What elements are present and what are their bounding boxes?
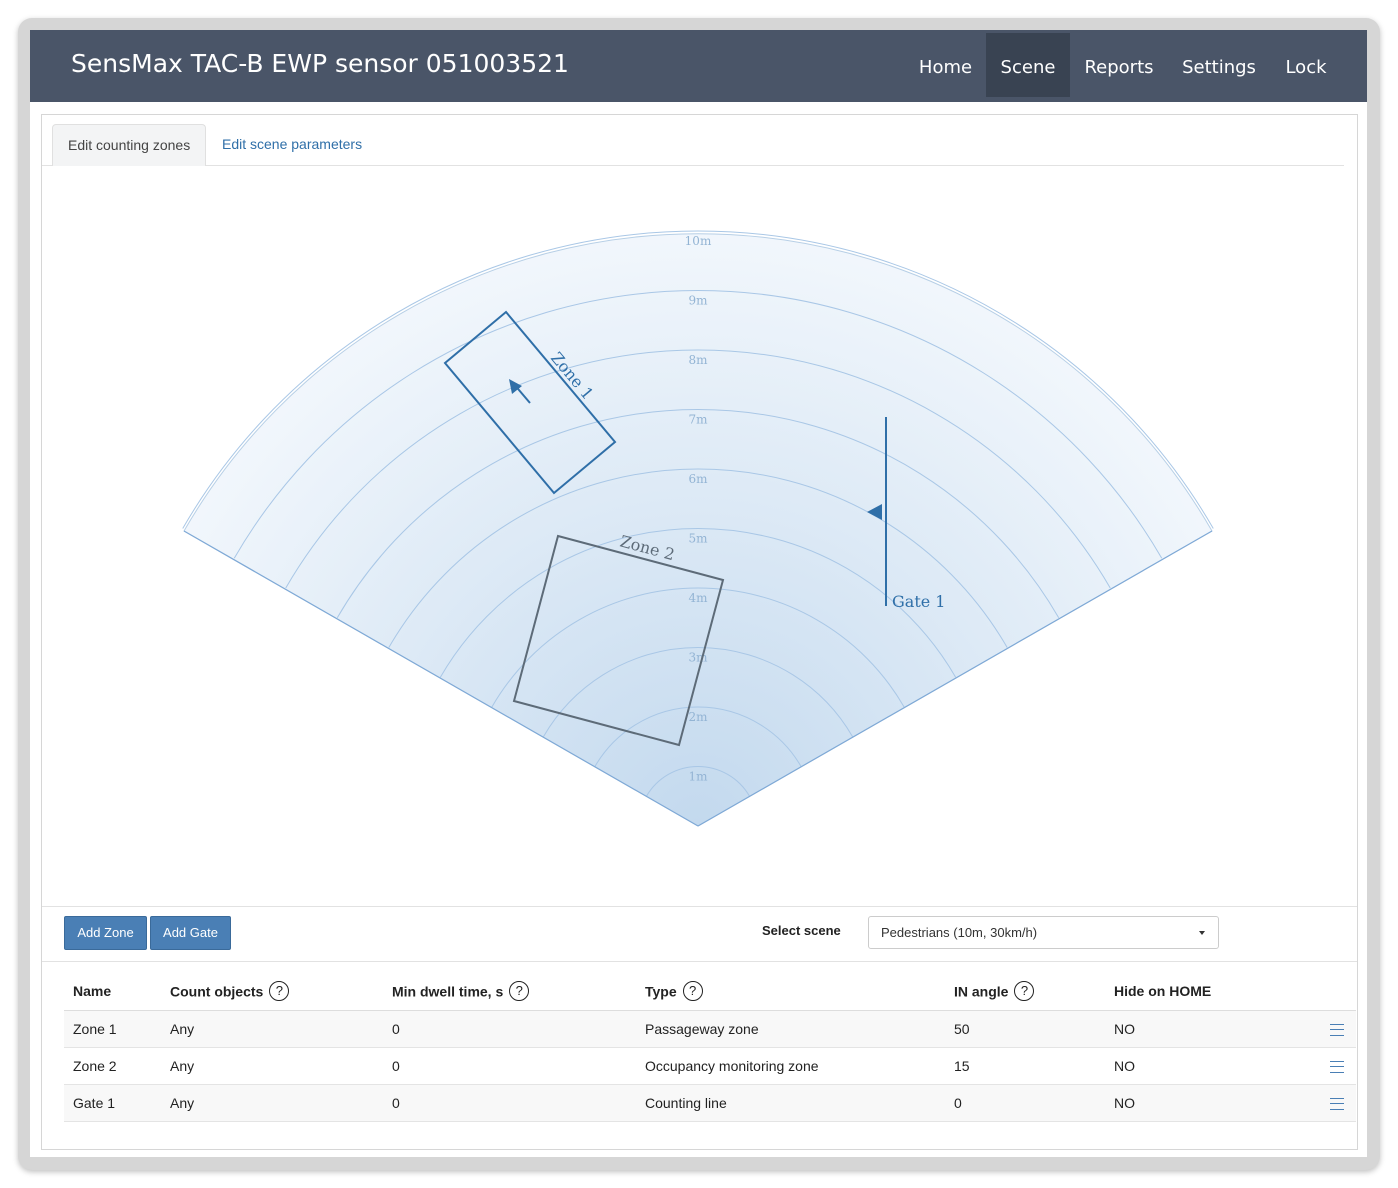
cell-hide-on-home: NO	[1114, 1021, 1135, 1037]
range-label: 4m	[688, 591, 708, 605]
help-icon[interactable]: ?	[682, 981, 703, 1001]
column-count-objects-header: Count objects?	[170, 981, 290, 1003]
header-label: Name	[73, 983, 112, 999]
help-icon[interactable]: ?	[1014, 981, 1035, 1001]
cell-in-angle: 0	[954, 1095, 962, 1111]
sensor-coverage-sector	[183, 233, 1213, 827]
cell-count-objects: Any	[170, 1095, 195, 1111]
zones-table: Name Count objects? Min dwell time, s? T…	[64, 973, 1356, 1122]
row-menu-icon[interactable]	[1330, 1061, 1344, 1073]
scene-canvas[interactable]: 1m2m3m4m5m6m7m8m9m10m Zone 1 Zone 2 Gate…	[42, 166, 1357, 906]
table-header: Name Count objects? Min dwell time, s? T…	[64, 973, 1356, 1011]
add-gate-button[interactable]: Add Gate	[150, 916, 231, 950]
nav-scene[interactable]: Scene	[986, 33, 1070, 97]
app-window: SensMax TAC-B EWP sensor 051003521 Home …	[30, 30, 1367, 1157]
column-type-header: Type?	[645, 981, 703, 1003]
cell-name: Zone 1	[73, 1021, 117, 1037]
scene-toolbar: Add Zone Add Gate Select scene Pedestria…	[42, 906, 1357, 962]
cell-in-angle: 15	[954, 1058, 970, 1074]
select-scene-label: Select scene	[762, 923, 841, 938]
cell-hide-on-home: NO	[1114, 1095, 1135, 1111]
nav-reports[interactable]: Reports	[1075, 33, 1163, 97]
help-icon[interactable]: ?	[269, 981, 290, 1001]
range-label: 3m	[688, 651, 708, 665]
range-label: 7m	[688, 413, 708, 427]
cell-hide-on-home: NO	[1114, 1058, 1135, 1074]
gate-1-label: Gate 1	[892, 592, 945, 611]
cell-name: Zone 2	[73, 1058, 117, 1074]
tab-edit-counting-zones[interactable]: Edit counting zones	[52, 124, 207, 166]
header-label: Type	[645, 983, 677, 1000]
chevron-down-icon	[1199, 931, 1205, 935]
nav-settings[interactable]: Settings	[1173, 33, 1265, 97]
header-label: IN angle	[954, 983, 1009, 1000]
table-row[interactable]: Gate 1 Any 0 Counting line 0 NO	[64, 1085, 1356, 1122]
nav-home[interactable]: Home	[908, 33, 983, 97]
cell-type: Counting line	[645, 1095, 727, 1111]
column-in-angle-header: IN angle?	[954, 981, 1035, 1003]
main-panel: Edit counting zones Edit scene parameter…	[41, 114, 1358, 1150]
cell-min-dwell: 0	[392, 1058, 400, 1074]
scene-select-value: Pedestrians (10m, 30km/h)	[881, 925, 1038, 940]
nav-lock[interactable]: Lock	[1273, 33, 1339, 97]
row-menu-icon[interactable]	[1330, 1024, 1344, 1036]
help-icon[interactable]: ?	[509, 981, 530, 1001]
range-label: 10m	[685, 234, 712, 248]
header-label: Count objects	[170, 983, 264, 1000]
range-label: 2m	[688, 710, 708, 724]
cell-type: Occupancy monitoring zone	[645, 1058, 819, 1074]
tab-bar: Edit counting zones Edit scene parameter…	[42, 115, 1344, 166]
cell-name: Gate 1	[73, 1095, 116, 1111]
column-name-header: Name	[73, 983, 111, 999]
cell-in-angle: 50	[954, 1021, 970, 1037]
cell-count-objects: Any	[170, 1058, 195, 1074]
range-label: 1m	[688, 770, 708, 784]
table-row[interactable]: Zone 1 Any 0 Passageway zone 50 NO	[64, 1011, 1356, 1048]
top-navbar: SensMax TAC-B EWP sensor 051003521 Home …	[30, 30, 1367, 102]
column-min-dwell-header: Min dwell time, s?	[392, 981, 530, 1003]
range-label: 6m	[688, 472, 708, 486]
header-label: Min dwell time, s	[392, 983, 504, 1000]
table-row[interactable]: Zone 2 Any 0 Occupancy monitoring zone 1…	[64, 1048, 1356, 1085]
header-label: Hide on HOME	[1114, 983, 1212, 999]
tab-edit-scene-parameters[interactable]: Edit scene parameters	[207, 124, 377, 165]
scene-select[interactable]: Pedestrians (10m, 30km/h)	[868, 916, 1219, 949]
cell-min-dwell: 0	[392, 1095, 400, 1111]
cell-type: Passageway zone	[645, 1021, 759, 1037]
cell-min-dwell: 0	[392, 1021, 400, 1037]
cell-count-objects: Any	[170, 1021, 195, 1037]
range-label: 8m	[688, 353, 708, 367]
add-zone-button[interactable]: Add Zone	[64, 916, 147, 950]
range-label: 5m	[688, 532, 708, 546]
range-label: 9m	[688, 294, 708, 308]
row-menu-icon[interactable]	[1330, 1098, 1344, 1110]
column-hide-on-home-header: Hide on HOME	[1114, 983, 1211, 999]
app-title: SensMax TAC-B EWP sensor 051003521	[71, 49, 569, 78]
